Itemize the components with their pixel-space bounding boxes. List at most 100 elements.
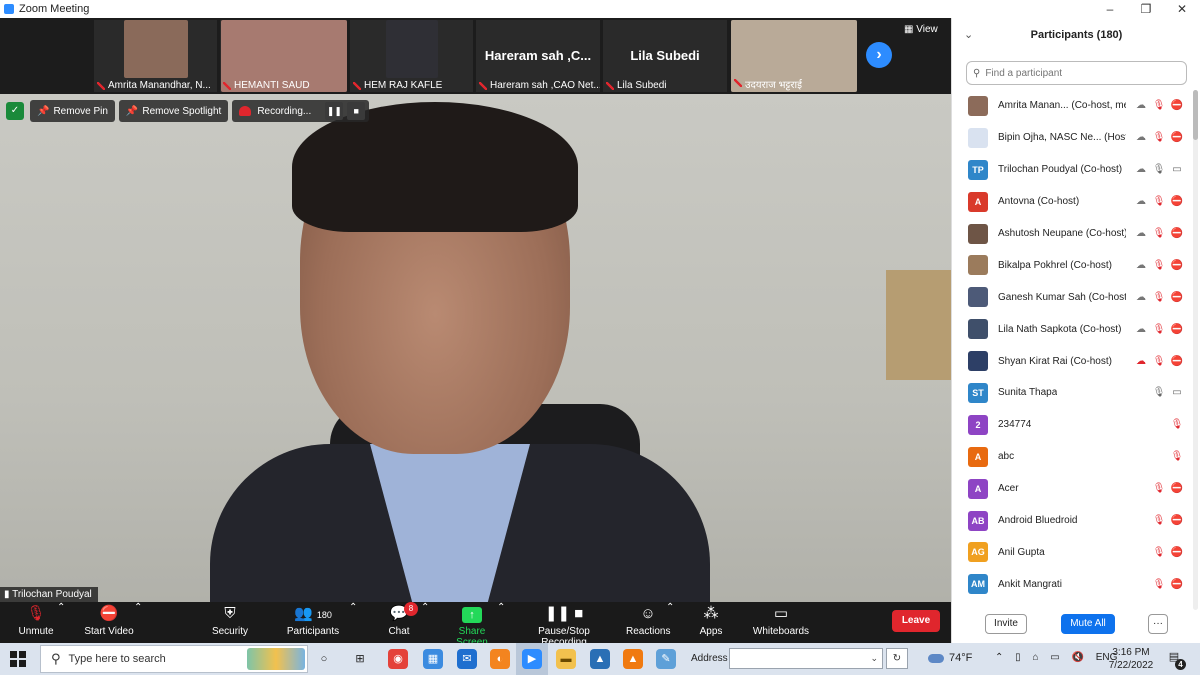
address-go-button[interactable]: ↻ xyxy=(886,648,908,669)
paint-icon[interactable]: ✎ xyxy=(656,649,676,669)
view-button[interactable]: ▦ View xyxy=(904,24,938,35)
vlc-icon[interactable]: ▲ xyxy=(623,649,643,669)
scrollbar-thumb[interactable] xyxy=(1193,90,1198,140)
muted-mic-icon[interactable]: 🎙 xyxy=(1150,547,1168,558)
reactions-options-caret[interactable]: ⌃ xyxy=(666,602,674,643)
muted-mic-icon[interactable]: 🎙 xyxy=(1150,324,1168,335)
zoom-icon[interactable]: ▶ xyxy=(522,649,542,669)
apps-button[interactable]: ⁂ Apps xyxy=(694,602,728,643)
gallery-tile[interactable]: HEMANTI SAUD xyxy=(220,20,347,92)
participant-row[interactable]: 2 234774 🎙 xyxy=(952,409,1190,441)
device-icon[interactable]: ▯ xyxy=(1015,652,1021,663)
participant-row[interactable]: Ganesh Kumar Sah (Co-host) ☁ 🎙 ⛔ xyxy=(952,281,1190,313)
muted-mic-icon[interactable]: 🎙 xyxy=(1150,132,1168,143)
participants-button[interactable]: 👥 180 Participants xyxy=(284,602,342,643)
video-off-icon[interactable]: ⛔ xyxy=(1168,132,1186,143)
muted-mic-icon[interactable]: 🎙 xyxy=(1168,451,1186,462)
muted-mic-icon[interactable]: 🎙 xyxy=(1150,260,1168,271)
start-video-button[interactable]: ⛔ Start Video xyxy=(80,602,138,643)
invite-button[interactable]: Invite xyxy=(985,614,1027,634)
muted-mic-icon[interactable]: 🎙 xyxy=(1150,483,1168,494)
explorer-icon[interactable]: ▬ xyxy=(556,649,576,669)
minimize-button[interactable]: – xyxy=(1092,0,1128,18)
muted-mic-icon[interactable]: 🎙 xyxy=(1168,419,1186,430)
security-button[interactable]: ⛨ Security xyxy=(208,602,252,643)
more-options-button[interactable]: ··· xyxy=(1148,614,1168,634)
video-off-icon[interactable]: ⛔ xyxy=(1168,292,1186,303)
mic-icon[interactable]: 🎙 xyxy=(1150,387,1168,398)
tray-overflow-icon[interactable]: ⌃ xyxy=(995,652,1003,663)
muted-mic-icon[interactable]: 🎙 xyxy=(1150,100,1168,111)
notification-center-button[interactable]: ▤ 4 xyxy=(1165,650,1186,670)
participant-search-input[interactable] xyxy=(985,67,1176,79)
remove-spotlight-button[interactable]: 📌 Remove Spotlight xyxy=(118,100,229,122)
participant-row[interactable]: AM Ankit Mangrati 🎙 ⛔ xyxy=(952,568,1190,600)
task-view-icon[interactable]: ○ xyxy=(314,649,334,669)
chat-button[interactable]: 💬 8 Chat xyxy=(384,602,418,643)
video-off-icon[interactable]: ⛔ xyxy=(1168,515,1186,526)
participant-row[interactable]: A Antovna (Co-host) ☁ 🎙 ⛔ xyxy=(952,186,1190,218)
participant-row[interactable]: Amrita Manan... (Co-host, me) ☁ 🎙 ⛔ xyxy=(952,90,1190,122)
participant-list-scrollbar[interactable] xyxy=(1193,90,1198,610)
battery-icon[interactable]: ▭ xyxy=(1050,652,1059,663)
video-off-icon[interactable]: ⛔ xyxy=(1168,228,1186,239)
video-icon[interactable]: ▭ xyxy=(1168,164,1186,175)
muted-mic-icon[interactable]: 🎙 xyxy=(1150,579,1168,590)
participant-row[interactable]: TP Trilochan Poudyal (Co-host) ☁ 🎙 ▭ xyxy=(952,154,1190,186)
cloud-recording-icon[interactable]: ☁ xyxy=(1132,260,1150,271)
reactions-button[interactable]: ☺ Reactions xyxy=(626,602,670,643)
video-off-icon[interactable]: ⛔ xyxy=(1168,547,1186,558)
store-icon[interactable]: ▦ xyxy=(423,649,443,669)
taskbar-search-box[interactable]: ⚲ Type here to search xyxy=(40,645,308,673)
video-off-icon[interactable]: ⛔ xyxy=(1168,260,1186,271)
widgets-icon[interactable]: ⊞ xyxy=(350,649,370,669)
cloud-recording-icon[interactable]: ☁ xyxy=(1132,228,1150,239)
cloud-recording-icon[interactable]: ☁ xyxy=(1132,324,1150,335)
muted-mic-icon[interactable]: 🎙 xyxy=(1150,196,1168,207)
video-off-icon[interactable]: ⛔ xyxy=(1168,579,1186,590)
mute-all-button[interactable]: Mute All xyxy=(1061,614,1115,634)
whiteboards-button[interactable]: ▭ Whiteboards xyxy=(750,602,812,643)
mail-icon[interactable]: ✉ xyxy=(457,649,477,669)
gallery-tile[interactable]: Lila Subedi Lila Subedi xyxy=(603,20,727,92)
video-options-caret[interactable]: ⌃ xyxy=(134,602,142,643)
gallery-tile[interactable]: HEM RAJ KAFLE xyxy=(350,20,473,92)
video-off-icon[interactable]: ⛔ xyxy=(1168,100,1186,111)
share-screen-button[interactable]: ↑ Share Screen xyxy=(442,602,502,648)
pause-stop-recording-button[interactable]: ❚❚ ■ Pause/Stop Recording xyxy=(514,602,614,648)
participant-row[interactable]: ST Sunita Thapa 🎙 ▭ xyxy=(952,377,1190,409)
participants-options-caret[interactable]: ⌃ xyxy=(349,602,357,643)
participant-row[interactable]: Bikalpa Pokhrel (Co-host) ☁ 🎙 ⛔ xyxy=(952,249,1190,281)
taskbar-clock[interactable]: 3:16 PM 7/22/2022 xyxy=(1108,646,1154,672)
cloud-recording-icon[interactable]: ☁ xyxy=(1132,164,1150,175)
participant-row[interactable]: Lila Nath Sapkota (Co-host) ☁ 🎙 ⛔ xyxy=(952,313,1190,345)
encryption-shield-icon[interactable]: ✓ xyxy=(6,102,24,120)
muted-mic-icon[interactable]: 🎙 xyxy=(1150,515,1168,526)
gallery-next-button[interactable]: › xyxy=(866,42,892,68)
participant-row[interactable]: Ashutosh Neupane (Co-host) ☁ 🎙 ⛔ xyxy=(952,218,1190,250)
cloud-recording-icon[interactable]: ☁ xyxy=(1132,196,1150,207)
windows-start-button[interactable] xyxy=(10,651,26,667)
video-off-icon[interactable]: ⛔ xyxy=(1168,196,1186,207)
maximize-button[interactable]: ❐ xyxy=(1128,0,1164,18)
volume-muted-icon[interactable]: 🔇 xyxy=(1072,652,1084,663)
muted-mic-icon[interactable]: 🎙 xyxy=(1150,356,1168,367)
video-off-icon[interactable]: ⛔ xyxy=(1168,356,1186,367)
audio-options-caret[interactable]: ⌃ xyxy=(57,602,65,643)
participant-row[interactable]: Shyan Kirat Rai (Co-host) ☁ 🎙 ⛔ xyxy=(952,345,1190,377)
pause-recording-button[interactable]: ❚❚ xyxy=(325,102,344,120)
close-button[interactable]: ✕ xyxy=(1164,0,1200,18)
weather-widget[interactable]: 74°F xyxy=(928,652,972,664)
remove-pin-button[interactable]: 📌 Remove Pin xyxy=(30,100,115,122)
video-off-icon[interactable]: ⛔ xyxy=(1168,483,1186,494)
muted-mic-icon[interactable]: 🎙 xyxy=(1150,292,1168,303)
gallery-tile[interactable]: उदयराज भट्टराई xyxy=(731,20,857,92)
participant-row[interactable]: A Acer 🎙 ⛔ xyxy=(952,473,1190,505)
unmute-button[interactable]: 🎙 Unmute xyxy=(14,602,58,643)
video-off-icon[interactable]: ⛔ xyxy=(1168,324,1186,335)
address-dropdown-caret[interactable]: ⌄ xyxy=(870,653,878,663)
participant-row[interactable]: Bipin Ojha, NASC Ne... (Host) ☁ 🎙 ⛔ xyxy=(952,122,1190,154)
chat-options-caret[interactable]: ⌃ xyxy=(421,602,429,643)
cloud-recording-icon[interactable]: ☁ xyxy=(1132,292,1150,303)
network-icon[interactable]: ⌂ xyxy=(1032,652,1038,663)
